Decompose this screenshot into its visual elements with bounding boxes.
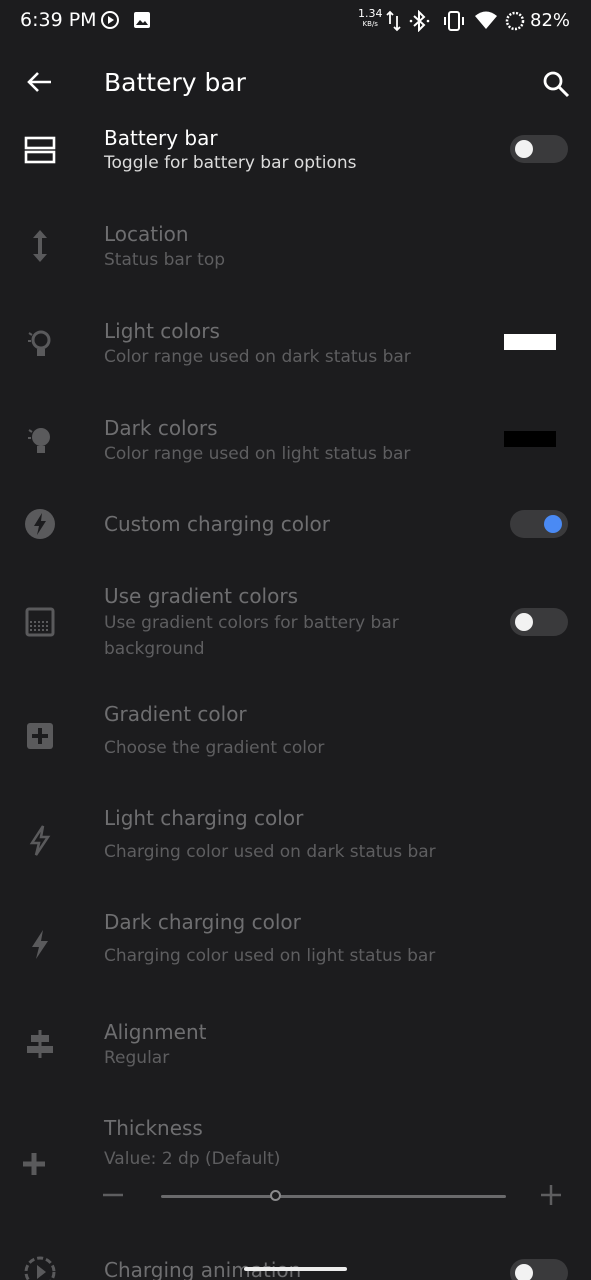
use-gradient-colors-toggle[interactable] [510, 608, 568, 636]
search-icon[interactable] [540, 68, 572, 100]
setting-subtitle: Regular [104, 1048, 170, 1068]
setting-subtitle: Toggle for battery bar options [104, 153, 357, 173]
setting-title: Alignment [104, 1020, 207, 1044]
setting-title: Light colors [104, 319, 220, 343]
setting-charging-animation[interactable]: Charging animation [0, 1250, 591, 1280]
bluetooth-icon [409, 10, 430, 32]
decrease-icon[interactable] [102, 1184, 124, 1206]
vertical-arrows-icon [33, 230, 47, 262]
setting-alignment[interactable]: Alignment Regular [0, 1016, 591, 1088]
setting-title: Dark colors [104, 416, 218, 440]
battery-percent: 82% [530, 10, 571, 31]
setting-dark-charging-color[interactable]: Dark charging color Charging color used … [0, 908, 591, 980]
media-play-icon [101, 11, 119, 29]
setting-subtitle: Charging color used on dark status bar [104, 842, 436, 862]
setting-subtitle: Choose the gradient color [104, 738, 325, 758]
setting-subtitle-line2: background [104, 639, 205, 659]
setting-title: Battery bar [104, 126, 218, 150]
battery-bar-icon [24, 136, 56, 164]
setting-custom-charging-color[interactable]: Custom charging color [0, 500, 591, 550]
setting-title: Location [104, 222, 189, 246]
setting-light-colors[interactable]: Light colors Color range used on dark st… [0, 315, 591, 387]
setting-title: Use gradient colors [104, 584, 298, 608]
status-bar: 6:39 PM 1.34 KB/s 82% [0, 0, 591, 44]
setting-subtitle: Status bar top [104, 250, 226, 270]
battery-ring-icon [505, 11, 525, 31]
thickness-slider-thumb[interactable] [270, 1190, 281, 1201]
setting-subtitle: Color range used on light status bar [104, 444, 411, 464]
dark-color-swatch[interactable] [504, 431, 556, 447]
setting-title: Light charging color [104, 806, 304, 830]
custom-charging-color-toggle[interactable] [510, 510, 568, 538]
setting-subtitle: Color range used on dark status bar [104, 347, 411, 367]
lightbulb-outline-icon [28, 330, 51, 356]
plus-icon [23, 1153, 45, 1175]
increase-icon[interactable] [540, 1184, 562, 1206]
setting-title: Dark charging color [104, 910, 301, 934]
setting-light-charging-color[interactable]: Light charging color Charging color used… [0, 804, 591, 876]
bolt-filled-icon [32, 930, 48, 959]
charging-animation-toggle[interactable] [510, 1259, 568, 1280]
bolt-circle-icon [25, 509, 55, 539]
setting-title: Gradient color [104, 702, 247, 726]
arrow-back-icon[interactable] [24, 66, 56, 98]
data-arrows-icon [386, 10, 401, 32]
wifi-icon [475, 11, 497, 29]
app-bar: Battery bar [0, 44, 591, 124]
setting-location[interactable]: Location Status bar top [0, 218, 591, 290]
align-center-icon [27, 1030, 53, 1058]
light-color-swatch[interactable] [504, 334, 556, 350]
gradient-icon [25, 607, 55, 637]
vibrate-icon [444, 11, 464, 31]
setting-battery-bar[interactable]: Battery bar Toggle for battery bar optio… [0, 124, 591, 196]
bolt-outline-icon [29, 825, 51, 856]
net-speed-unit: KB/s [362, 20, 378, 28]
thickness-slider-track[interactable] [161, 1195, 506, 1198]
network-speed: 1.34 KB/s [358, 8, 383, 29]
play-dashed-circle-icon [24, 1256, 56, 1280]
battery-bar-toggle[interactable] [510, 135, 568, 163]
add-box-icon [27, 723, 53, 749]
setting-subtitle: Use gradient colors for battery bar [104, 613, 399, 633]
setting-subtitle: Value: 2 dp (Default) [104, 1149, 281, 1169]
setting-dark-colors[interactable]: Dark colors Color range used on light st… [0, 412, 591, 484]
gesture-nav-handle[interactable] [244, 1267, 347, 1271]
setting-title: Thickness [104, 1116, 203, 1140]
setting-use-gradient-colors[interactable]: Use gradient colors Use gradient colors … [0, 582, 591, 666]
setting-subtitle: Charging color used on light status bar [104, 946, 436, 966]
lightbulb-filled-icon [28, 428, 50, 453]
setting-title: Custom charging color [104, 512, 331, 536]
setting-gradient-color[interactable]: Gradient color Choose the gradient color [0, 700, 591, 772]
page-title: Battery bar [104, 68, 246, 97]
image-icon [134, 12, 150, 28]
status-time: 6:39 PM [20, 9, 97, 31]
